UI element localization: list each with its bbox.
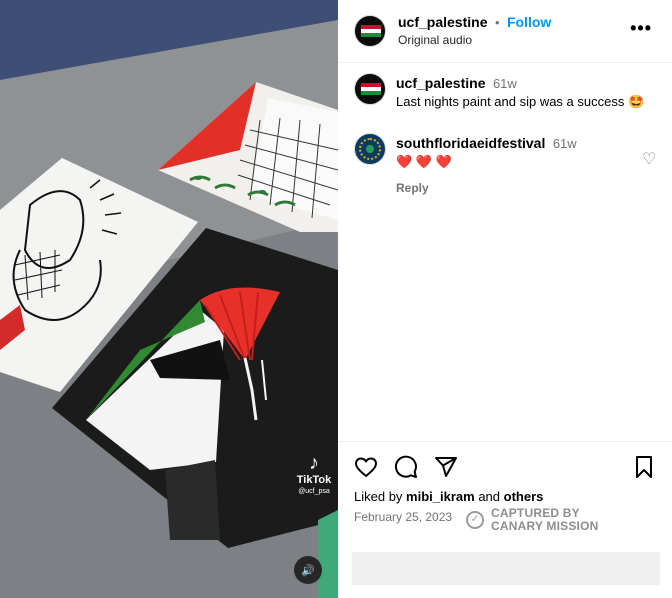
- likes-middle: and: [474, 489, 504, 504]
- username-link[interactable]: ucf_palestine: [396, 75, 485, 91]
- audio-link[interactable]: Original audio: [398, 33, 472, 47]
- post-media[interactable]: ♪ TikTok @ucf_psa 🔊: [0, 0, 338, 598]
- separator-dot: •: [494, 15, 500, 30]
- captured-watermark: ✓ CAPTURED BY CANARY MISSION: [466, 507, 616, 535]
- likes-summary: Liked by mibi_ikram and others: [354, 489, 543, 504]
- share-icon[interactable]: [434, 455, 458, 479]
- add-comment-input[interactable]: [352, 552, 660, 585]
- comments-section: ucf_palestine 61w Last nights paint and …: [338, 63, 672, 441]
- header-user-line: ucf_palestine • Follow: [398, 14, 551, 32]
- comment-meta: southfloridaeidfestival 61w: [396, 135, 577, 153]
- caption-text: Last nights paint and sip was a success …: [396, 94, 645, 109]
- mute-toggle-button[interactable]: 🔊: [294, 556, 322, 584]
- likes-others-link[interactable]: others: [504, 489, 544, 504]
- avatar[interactable]: [354, 73, 386, 105]
- likes-prefix: Liked by: [354, 489, 407, 504]
- list-item: ucf_palestine 61w Last nights paint and …: [338, 63, 672, 123]
- heart-icon[interactable]: [354, 455, 378, 479]
- caption-meta: ucf_palestine 61w: [396, 75, 517, 93]
- divider: [338, 441, 672, 442]
- comment-age: 61w: [552, 136, 577, 151]
- bookmark-icon[interactable]: [632, 455, 656, 479]
- username-link[interactable]: southfloridaeidfestival: [396, 135, 545, 151]
- painting-photo: [0, 0, 338, 598]
- liker-username-link[interactable]: mibi_ikram: [406, 489, 475, 504]
- post-header: ucf_palestine • Follow Original audio ••…: [338, 0, 672, 63]
- avatar[interactable]: [354, 133, 386, 165]
- comment-age: 61w: [492, 76, 517, 91]
- comment-icon[interactable]: [394, 455, 418, 479]
- username-link[interactable]: ucf_palestine: [398, 14, 487, 30]
- canary-mission-icon: ✓: [466, 511, 484, 529]
- tiktok-watermark: ♪ TikTok @ucf_psa: [292, 452, 336, 495]
- avatar[interactable]: [354, 15, 386, 47]
- more-options-button[interactable]: •••: [630, 18, 652, 39]
- reply-button[interactable]: Reply: [396, 181, 429, 195]
- post-sidebar: ucf_palestine • Follow Original audio ••…: [338, 0, 672, 598]
- tiktok-label: TikTok: [296, 474, 332, 486]
- tiktok-handle: @ucf_psa: [298, 488, 330, 495]
- tiktok-icon: ♪: [309, 452, 319, 474]
- like-comment-heart-icon[interactable]: ♡: [642, 152, 658, 168]
- comment-text: ❤️ ❤️ ❤️: [396, 154, 452, 169]
- action-bar: [354, 455, 656, 479]
- follow-button[interactable]: Follow: [507, 14, 551, 30]
- watermark-line-2: CANARY MISSION: [491, 519, 599, 533]
- watermark-text: CAPTURED BY CANARY MISSION: [491, 507, 598, 533]
- list-item: southfloridaeidfestival 61w ❤️ ❤️ ❤️ Rep…: [338, 125, 672, 205]
- speaker-icon: 🔊: [301, 564, 315, 577]
- post-date[interactable]: February 25, 2023: [354, 510, 452, 524]
